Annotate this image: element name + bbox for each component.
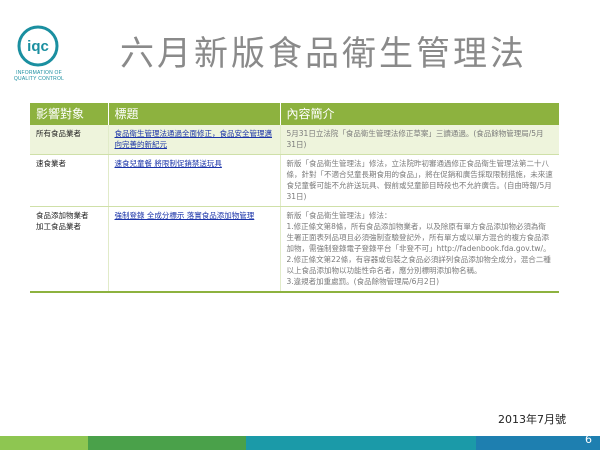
topic-link[interactable]: 食品衛生管理法通過全面修正，食品安全管理邁向完善的新紀元 (115, 129, 273, 149)
content-cell: 新版「食品衛生管理法」修法： 1.修正條文第8條，所有食品添加物業者，以及除原有單… (280, 206, 559, 293)
target-cell: 食品添加物業者 加工食品業者 (30, 206, 109, 293)
table-row: 所有食品業者 食品衛生管理法通過全面修正，食品安全管理邁向完善的新紀元 5月31日立… (30, 125, 559, 155)
header-target: 影響對象 (30, 103, 109, 125)
topic-cell: 速食兒童餐 將限制促銷禁送玩具 (108, 154, 281, 207)
page-number: 6 (585, 433, 592, 446)
target-text: 食品添加物業者 (36, 211, 89, 220)
topic-link[interactable]: 速食兒童餐 將限制促銷禁送玩具 (115, 159, 222, 168)
target-cell: 所有食品業者 (30, 125, 109, 155)
content-cell: 5月31日立法院「食品衛生管理法修正草案」三讀通過。(食品餘物管理局/5月31日… (280, 125, 559, 155)
table-header-row: 影響對象 標題 內容簡介 (30, 103, 559, 125)
content-text: 5月31日立法院「食品衛生管理法修正草案」三讀通過。(食品餘物管理局/5月31日… (286, 129, 544, 149)
bar-segment (246, 436, 476, 450)
logo-brand: iqc (27, 38, 49, 55)
topic-cell: 食品衛生管理法通過全面修正，食品安全管理邁向完善的新紀元 (108, 125, 281, 155)
table-row: 食品添加物業者 加工食品業者 強制登錄 全成分標示 落實食品添加物管理 新版「食品衛生… (30, 206, 559, 293)
bar-segment (476, 436, 600, 450)
target-cell: 速食業者 (30, 154, 109, 207)
table-body: 所有食品業者 食品衛生管理法通過全面修正，食品安全管理邁向完善的新紀元 5月31日立… (30, 125, 559, 293)
table-row: 速食業者 速食兒童餐 將限制促銷禁送玩具 新版「食品衛生管理法」修法，立法院昨初審通… (30, 154, 559, 207)
target-text: 速食業者 (36, 159, 66, 168)
content-text: 新版「食品衛生管理法」修法，立法院昨初審通過修正食品衛生管理法第二十八條，針對「… (286, 159, 553, 201)
content-cell: 新版「食品衛生管理法」修法，立法院昨初審通過修正食品衛生管理法第二十八條，針對「… (280, 154, 559, 207)
logo-mark-icon: iqc (17, 25, 59, 67)
header-topic: 標題 (108, 103, 281, 125)
logo: iqc INFORMATION OF QUALITY CONTROL (6, 24, 72, 96)
page-title: 六月新版食品衛生管理法 (120, 34, 527, 74)
logo-caption: INFORMATION OF QUALITY CONTROL (6, 70, 72, 82)
logo-caption-line2: QUALITY CONTROL (13, 76, 65, 82)
content-text: 3.違規者加重處罰。(食品餘物管理局/6月2日) (286, 277, 440, 286)
content-text: 2.修正條文第22條，有容器或包裝之食品必須詳列食品添加物全成分，混合二種以上食… (286, 255, 551, 275)
content-text: 1.修正條文第8條，所有食品添加物業者，以及除原有單方食品添加物必須為衛生署正面… (286, 222, 551, 253)
target-text: 加工食品業者 (36, 222, 81, 231)
bar-segment (0, 436, 88, 450)
topic-link[interactable]: 強制登錄 全成分標示 落實食品添加物管理 (115, 211, 255, 220)
regulation-table: 影響對象 標題 內容簡介 所有食品業者 食品衛生管理法通過全面修正，食品安全管理邁… (30, 103, 559, 293)
topic-cell: 強制登錄 全成分標示 落實食品添加物管理 (108, 206, 281, 293)
content-text: 新版「食品衛生管理法」修法： (286, 211, 392, 220)
bottom-color-bar (0, 436, 600, 450)
bar-segment (88, 436, 246, 450)
target-text: 所有食品業者 (36, 129, 81, 138)
header-content: 內容簡介 (280, 103, 559, 125)
issue-date: 2013年7月號 (498, 413, 566, 426)
